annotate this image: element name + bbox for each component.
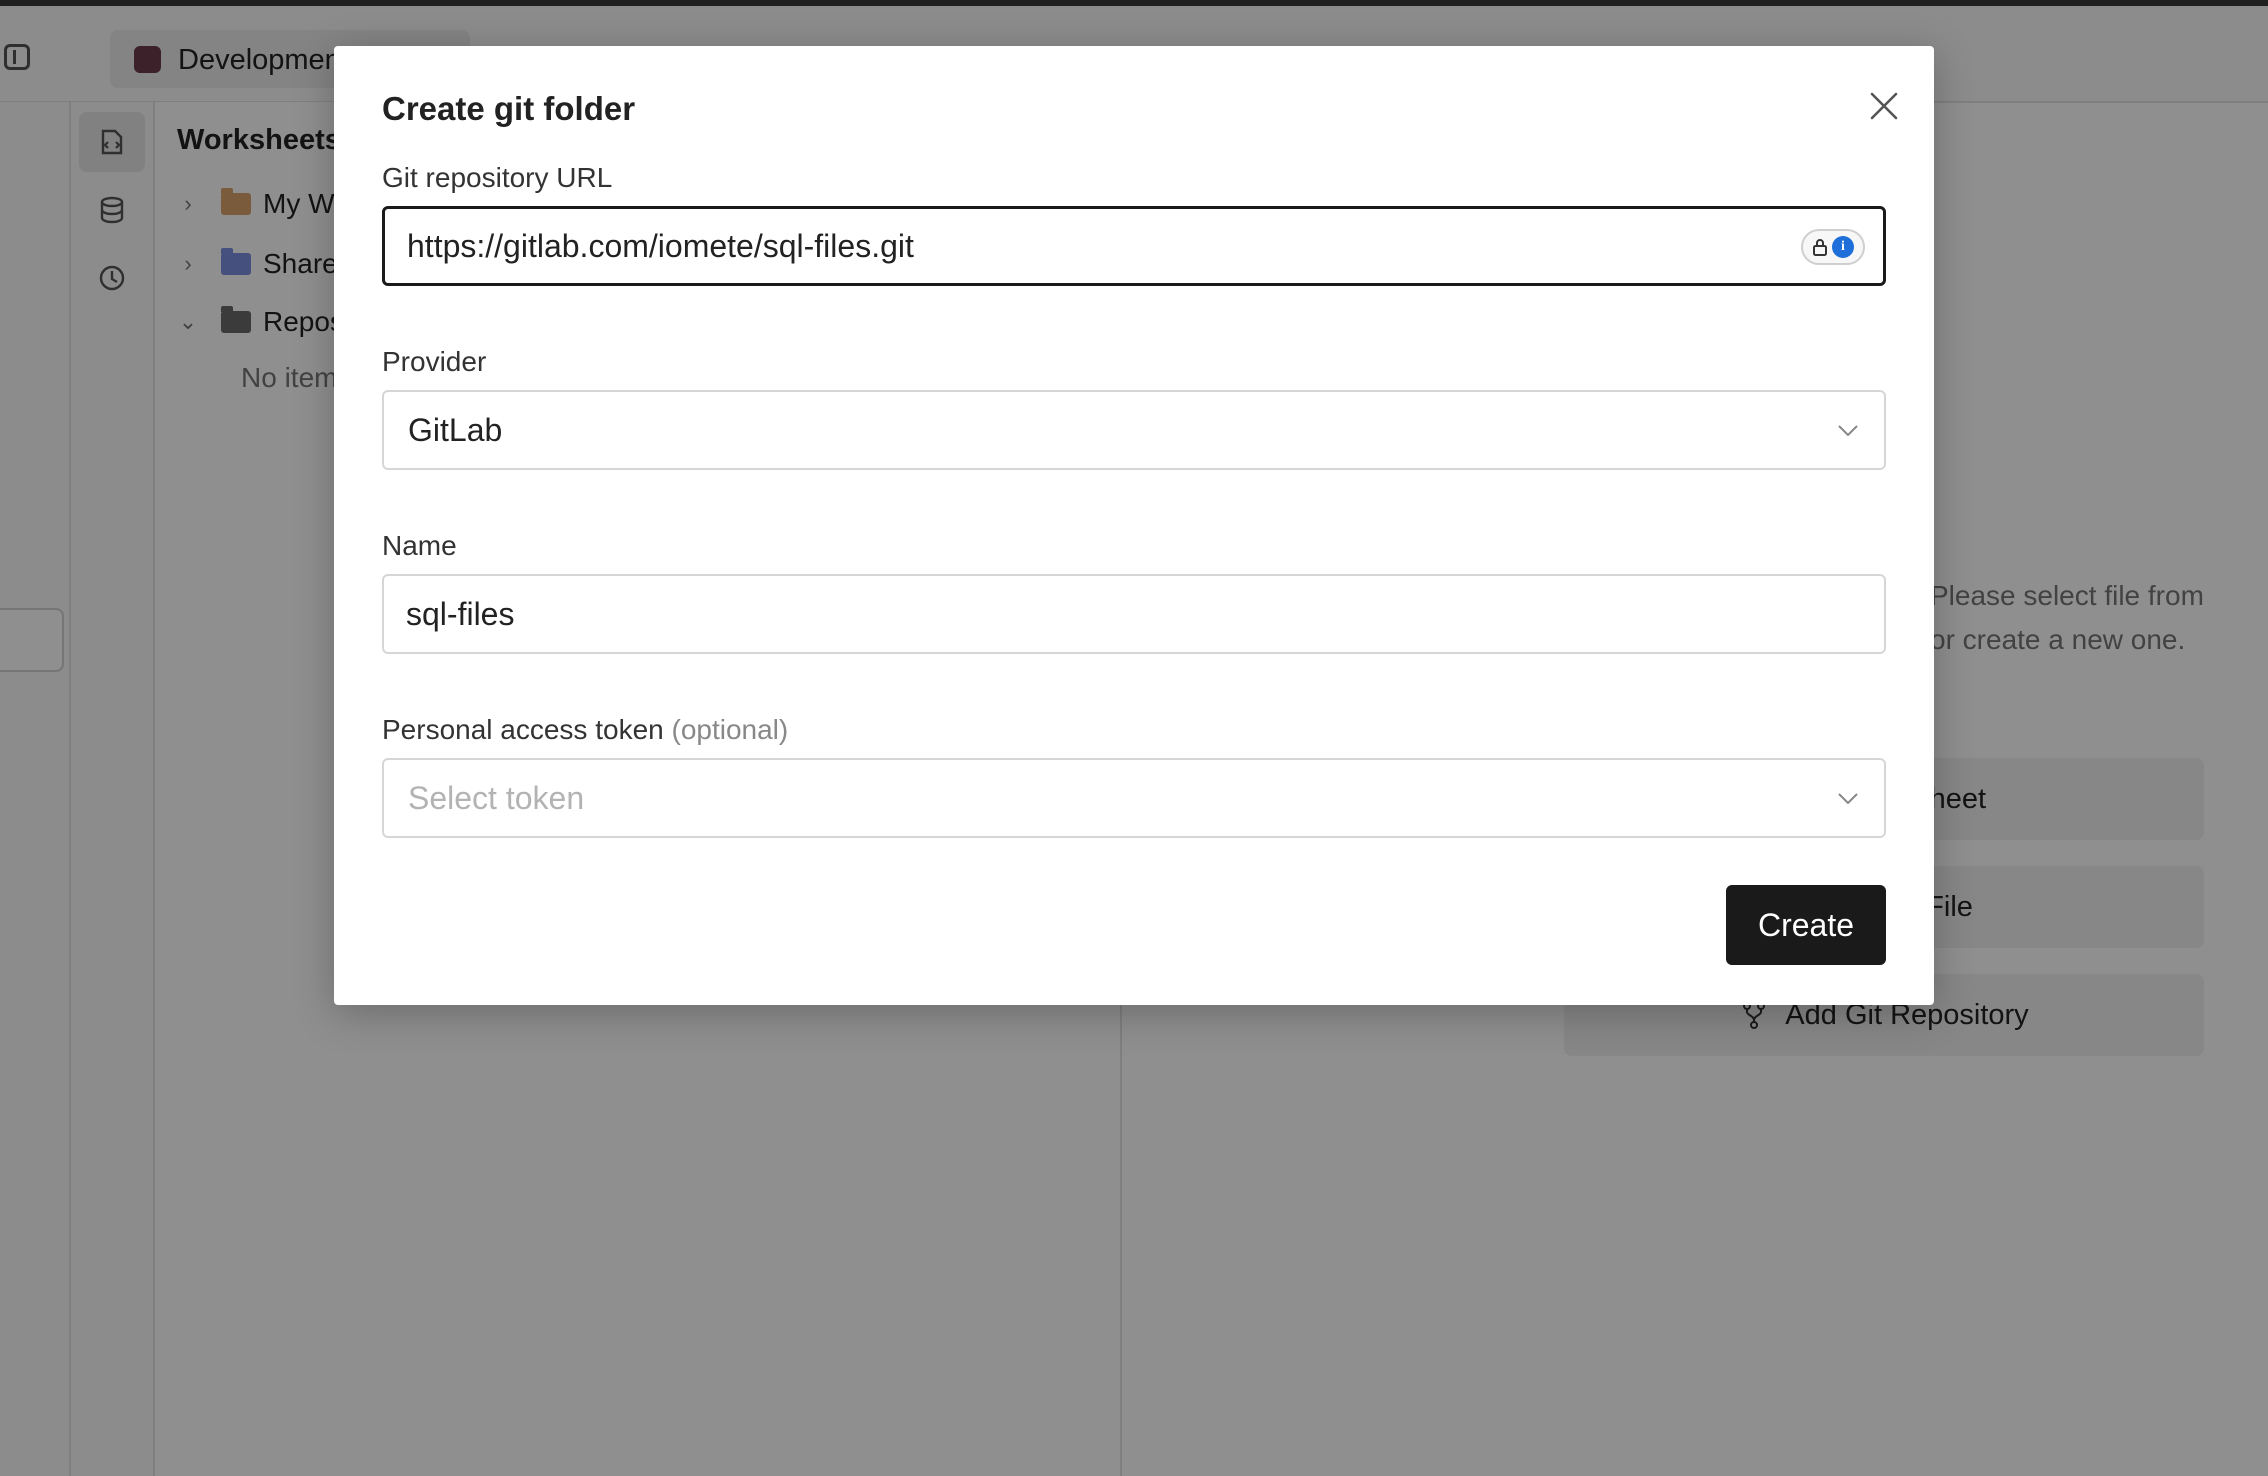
create-git-folder-dialog: Create git folder Git repository URL i P…	[334, 46, 1934, 1005]
password-manager-icon: i	[1832, 236, 1854, 258]
provider-value: GitLab	[408, 411, 503, 448]
token-label: Personal access token (optional)	[382, 714, 788, 746]
name-field[interactable]	[382, 574, 1886, 654]
optional-hint: (optional)	[671, 714, 789, 745]
chevron-down-icon	[1838, 793, 1858, 805]
lock-icon	[1813, 239, 1827, 256]
provider-label: Provider	[382, 346, 487, 377]
name-label: Name	[382, 530, 457, 561]
token-select[interactable]: Select token	[382, 758, 1886, 838]
token-label-text: Personal access token	[382, 714, 664, 745]
git-url-field[interactable]: i	[382, 206, 1886, 286]
dialog-title: Create git folder	[382, 90, 636, 127]
chevron-down-icon	[1838, 425, 1858, 437]
create-button[interactable]: Create	[1726, 885, 1886, 965]
provider-select[interactable]: GitLab	[382, 390, 1886, 470]
close-button[interactable]	[1860, 82, 1908, 130]
password-manager-badge[interactable]: i	[1801, 229, 1865, 265]
close-icon	[1870, 92, 1898, 120]
url-label: Git repository URL	[382, 162, 613, 193]
git-url-input[interactable]	[407, 209, 1787, 283]
name-input[interactable]	[406, 576, 1786, 652]
token-placeholder: Select token	[408, 779, 585, 816]
